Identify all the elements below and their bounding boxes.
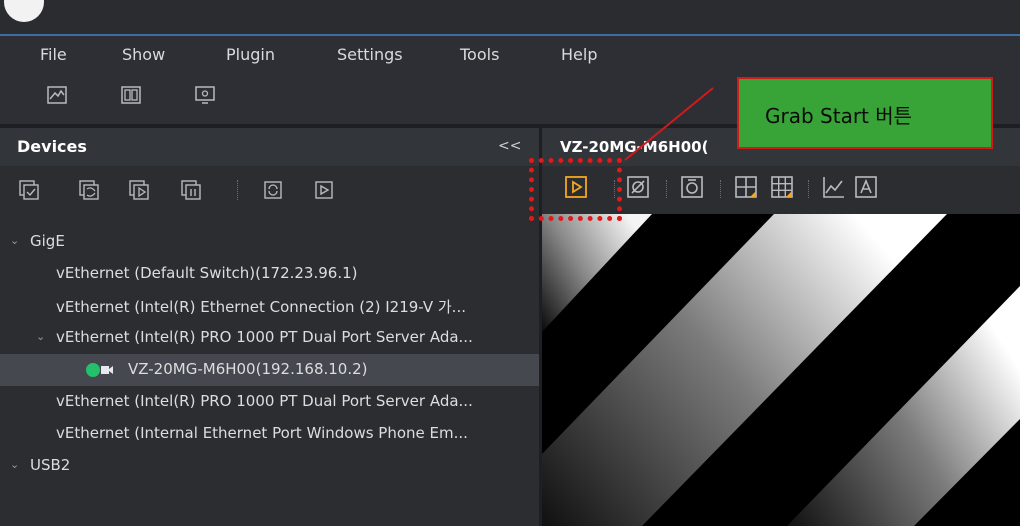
annotation-callout: Grab Start 버튼 (737, 77, 993, 149)
crosshair-icon[interactable] (734, 175, 758, 199)
tree-node-label: USB2 (30, 456, 71, 474)
tree-node-label: VZ-20MG-M6H00(192.168.10.2) (128, 360, 368, 378)
tree-node-label: GigE (30, 232, 65, 250)
collapse-panel-button[interactable]: << (498, 138, 521, 154)
image-view-title: VZ-20MG-M6H00( (560, 138, 709, 156)
tree-node-gige[interactable]: ⌄ GigE (0, 226, 539, 258)
tree-node-label: vEthernet (Intel(R) PRO 1000 PT Dual Por… (56, 328, 473, 346)
snapshot-icon[interactable] (680, 175, 704, 199)
disconnect-device-icon[interactable] (78, 179, 100, 201)
app-logo (4, 0, 44, 22)
tree-node-camera-selected[interactable]: VZ-20MG-M6H00(192.168.10.2) (0, 354, 539, 386)
grab-start-highlight (529, 158, 622, 221)
tree-node-label: vEthernet (Default Switch)(172.23.96.1) (56, 264, 358, 282)
text-overlay-icon[interactable] (854, 175, 878, 199)
online-status-icon (86, 363, 100, 377)
menu-help[interactable]: Help (561, 45, 597, 64)
live-image-canvas[interactable] (542, 214, 1020, 526)
tree-node-label: vEthernet (Intel(R) Ethernet Connection … (56, 298, 466, 316)
toolbar-separator (666, 180, 668, 198)
image-window-icon[interactable] (46, 84, 68, 106)
expand-arrow-icon[interactable]: ⌄ (36, 330, 45, 343)
monitor-settings-icon[interactable] (194, 84, 216, 106)
toolbar-separator (720, 180, 722, 198)
stop-icon[interactable] (626, 175, 650, 199)
refresh-icon[interactable] (262, 179, 284, 201)
play-icon[interactable] (313, 179, 335, 201)
grid-icon[interactable] (770, 175, 794, 199)
menu-plugin[interactable]: Plugin (226, 45, 275, 64)
toolbar-separator (237, 180, 239, 200)
connect-device-icon[interactable] (18, 179, 40, 201)
tree-node-label: vEthernet (Internal Ethernet Port Window… (56, 424, 468, 442)
tree-node-usb2[interactable]: ⌄ USB2 (0, 450, 539, 482)
test-pattern-image (542, 214, 1020, 526)
tree-node-interface[interactable]: vEthernet (Intel(R) Ethernet Connection … (0, 290, 539, 322)
menu-bar: File Show Plugin Settings Tools Help (0, 36, 1020, 76)
menu-show[interactable]: Show (122, 45, 165, 64)
title-bar (0, 0, 1020, 34)
devices-toolbar (0, 166, 539, 214)
close-device-icon[interactable] (180, 179, 202, 201)
tree-node-interface[interactable]: vEthernet (Default Switch)(172.23.96.1) (0, 258, 539, 290)
expand-arrow-icon[interactable]: ⌄ (10, 234, 19, 247)
menu-tools[interactable]: Tools (460, 45, 499, 64)
menu-file[interactable]: File (40, 45, 67, 64)
tree-node-interface[interactable]: vEthernet (Internal Ethernet Port Window… (0, 418, 539, 450)
devices-panel-header: Devices << (0, 128, 539, 166)
histogram-icon[interactable] (822, 175, 846, 199)
tree-node-interface[interactable]: vEthernet (Intel(R) PRO 1000 PT Dual Por… (0, 386, 539, 418)
menu-settings[interactable]: Settings (337, 45, 403, 64)
layout-icon[interactable] (120, 84, 142, 106)
expand-arrow-icon[interactable]: ⌄ (10, 458, 19, 471)
camera-icon (101, 366, 113, 374)
open-device-icon[interactable] (128, 179, 150, 201)
toolbar-separator (808, 180, 810, 198)
tree-node-label: vEthernet (Intel(R) PRO 1000 PT Dual Por… (56, 392, 473, 410)
annotation-text: Grab Start 버튼 (765, 104, 913, 128)
devices-panel: Devices << ⌄ GigE vEthernet (Default Swi… (0, 128, 539, 526)
tree-node-interface[interactable]: ⌄ vEthernet (Intel(R) PRO 1000 PT Dual P… (0, 322, 539, 354)
devices-panel-title: Devices (17, 137, 87, 156)
